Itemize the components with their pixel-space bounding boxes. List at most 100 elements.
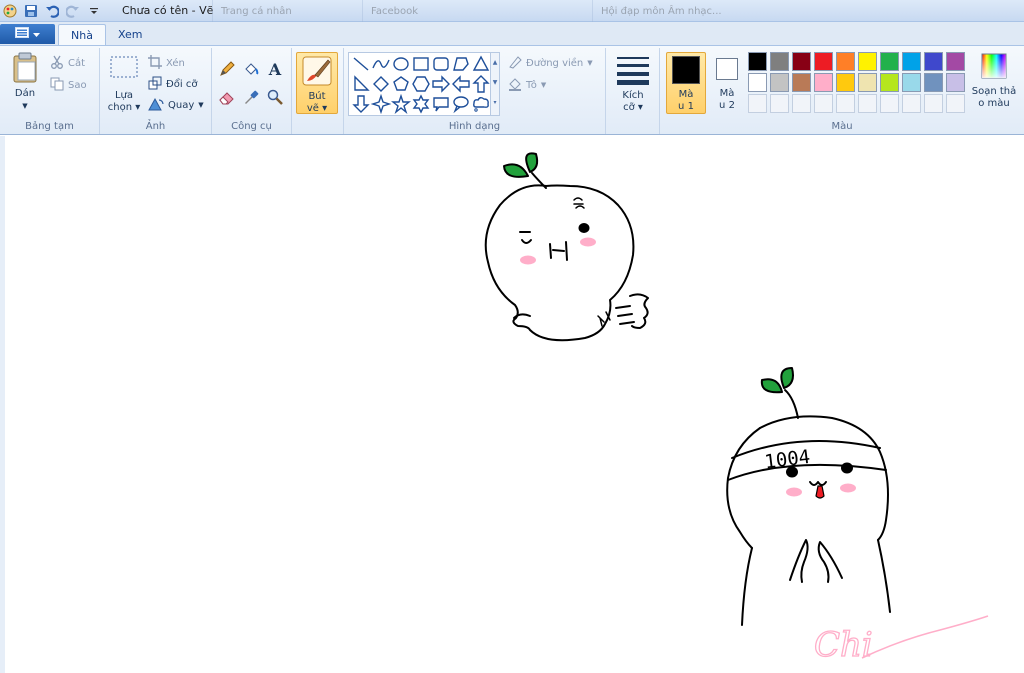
left-arrow-shape-icon[interactable]: [451, 74, 471, 94]
paint-app-icon[interactable]: [2, 3, 18, 19]
five-point-star-shape-icon[interactable]: [391, 94, 411, 114]
palette-color-swatch[interactable]: [924, 73, 943, 92]
cut-button[interactable]: Cắt: [50, 54, 85, 72]
up-arrow-shape-icon[interactable]: [471, 74, 491, 94]
palette-custom-slot[interactable]: [858, 94, 877, 113]
color2-button[interactable]: Mà u 2: [710, 52, 744, 114]
six-point-star-shape-icon[interactable]: [411, 94, 431, 114]
brushes-button[interactable]: Bút vẽ ▾: [296, 52, 338, 114]
down-arrow-shape-icon[interactable]: [351, 94, 371, 114]
oval-shape-icon[interactable]: [391, 54, 411, 74]
palette-color-swatch[interactable]: [858, 73, 877, 92]
fill-shape-button[interactable]: Tô ▼: [508, 76, 546, 94]
palette-color-swatch[interactable]: [946, 73, 965, 92]
eraser-button[interactable]: [216, 86, 238, 108]
oval-callout-shape-icon[interactable]: [451, 94, 471, 114]
tools-group: A Công cụ: [212, 48, 292, 134]
rectangle-shape-icon[interactable]: [411, 54, 431, 74]
creature2-leaf: [780, 367, 794, 389]
file-menu-button[interactable]: [0, 24, 55, 44]
palette-color-swatch[interactable]: [836, 52, 855, 71]
color2-label-2: u 2: [719, 100, 735, 111]
undo-icon[interactable]: [44, 3, 60, 19]
chevron-down-icon: ▼: [198, 101, 204, 109]
palette-custom-slot[interactable]: [902, 94, 921, 113]
cloud-callout-shape-icon[interactable]: [471, 94, 491, 114]
palette-color-swatch[interactable]: [880, 73, 899, 92]
right-triangle-shape-icon[interactable]: [351, 74, 371, 94]
triangle-shape-icon[interactable]: [471, 54, 491, 74]
palette-color-swatch[interactable]: [792, 73, 811, 92]
paste-button[interactable]: Dán ▼: [6, 52, 44, 112]
color-picker-button[interactable]: [240, 86, 262, 108]
creature2-sprout-stem: [784, 389, 799, 419]
palette-color-swatch[interactable]: [748, 73, 767, 92]
line-shape-icon[interactable]: [351, 54, 371, 74]
palette-color-swatch[interactable]: [946, 52, 965, 71]
palette-color-swatch[interactable]: [880, 52, 899, 71]
clipboard-group-label: Bảng tạm: [25, 121, 74, 132]
copy-button[interactable]: Sao: [50, 76, 87, 94]
signature-flourish: [861, 615, 989, 659]
palette-color-swatch[interactable]: [770, 73, 789, 92]
creature2-eye-left: [786, 466, 798, 478]
shapes-gallery: [348, 52, 498, 116]
magnifier-button[interactable]: [264, 86, 286, 108]
save-icon[interactable]: [23, 3, 39, 19]
palette-color-swatch[interactable]: [902, 52, 921, 71]
outline-icon: [508, 55, 522, 72]
line-size-icon: [617, 57, 649, 85]
palette-color-swatch[interactable]: [748, 52, 767, 71]
resize-button[interactable]: Đổi cỡ: [148, 75, 197, 93]
pentagon-shape-icon[interactable]: [391, 74, 411, 94]
palette-custom-slot[interactable]: [748, 94, 767, 113]
hexagon-shape-icon[interactable]: [411, 74, 431, 94]
curve-shape-icon[interactable]: [371, 54, 391, 74]
polygon-shape-icon[interactable]: [451, 54, 471, 74]
palette-custom-slot[interactable]: [836, 94, 855, 113]
tab-home[interactable]: Nhà: [58, 24, 106, 45]
scissors-icon: [50, 55, 64, 72]
palette-custom-slot[interactable]: [946, 94, 965, 113]
palette-color-swatch[interactable]: [792, 52, 811, 71]
palette-custom-slot[interactable]: [880, 94, 899, 113]
rotate-button[interactable]: Quay ▼: [148, 96, 204, 114]
text-button[interactable]: A: [264, 58, 286, 80]
pencil-button[interactable]: [216, 58, 238, 80]
palette-color-swatch[interactable]: [770, 52, 789, 71]
drawing-canvas[interactable]: 1004 Chi: [0, 136, 1024, 673]
palette-custom-slot[interactable]: [924, 94, 943, 113]
rounded-callout-shape-icon[interactable]: [431, 94, 451, 114]
palette-color-swatch[interactable]: [814, 52, 833, 71]
palette-custom-slot[interactable]: [770, 94, 789, 113]
edit-colors-button[interactable]: Soạn thả o màu: [966, 52, 1022, 110]
color1-button[interactable]: Mà u 1: [666, 52, 706, 114]
right-arrow-shape-icon[interactable]: [431, 74, 451, 94]
crop-button[interactable]: Xén: [148, 54, 185, 72]
color1-label-2: u 1: [678, 101, 694, 112]
four-point-star-shape-icon[interactable]: [371, 94, 391, 114]
size-button[interactable]: Kích cỡ ▾: [612, 54, 654, 114]
palette-custom-slot[interactable]: [792, 94, 811, 113]
diamond-shape-icon[interactable]: [371, 74, 391, 94]
shapes-scrollbar[interactable]: ▲ ▼ ▾: [490, 52, 500, 116]
palette-color-swatch[interactable]: [836, 73, 855, 92]
customize-qat-icon[interactable]: [86, 3, 102, 19]
image-group: Lựa chọn ▾ Xén Đổi cỡ Quay ▼ Ảnh: [100, 48, 212, 134]
redo-icon[interactable]: [65, 3, 81, 19]
palette-color-swatch[interactable]: [814, 73, 833, 92]
palette-color-swatch[interactable]: [924, 52, 943, 71]
sprout-creature-left: [484, 152, 649, 342]
palette-custom-slot[interactable]: [814, 94, 833, 113]
creature1-leaf: [525, 152, 539, 173]
rounded-rectangle-shape-icon[interactable]: [431, 54, 451, 74]
cut-label: Cắt: [68, 57, 86, 69]
palette-color-swatch[interactable]: [858, 52, 877, 71]
resize-label: Đổi cỡ: [166, 78, 198, 90]
tab-view[interactable]: Xem: [106, 24, 155, 45]
outline-button[interactable]: Đường viền ▼: [508, 54, 593, 72]
fill-button[interactable]: [240, 58, 262, 80]
palette-color-swatch[interactable]: [902, 73, 921, 92]
selection-icon: [110, 56, 138, 78]
select-button[interactable]: Lựa chọn ▾: [104, 54, 144, 114]
